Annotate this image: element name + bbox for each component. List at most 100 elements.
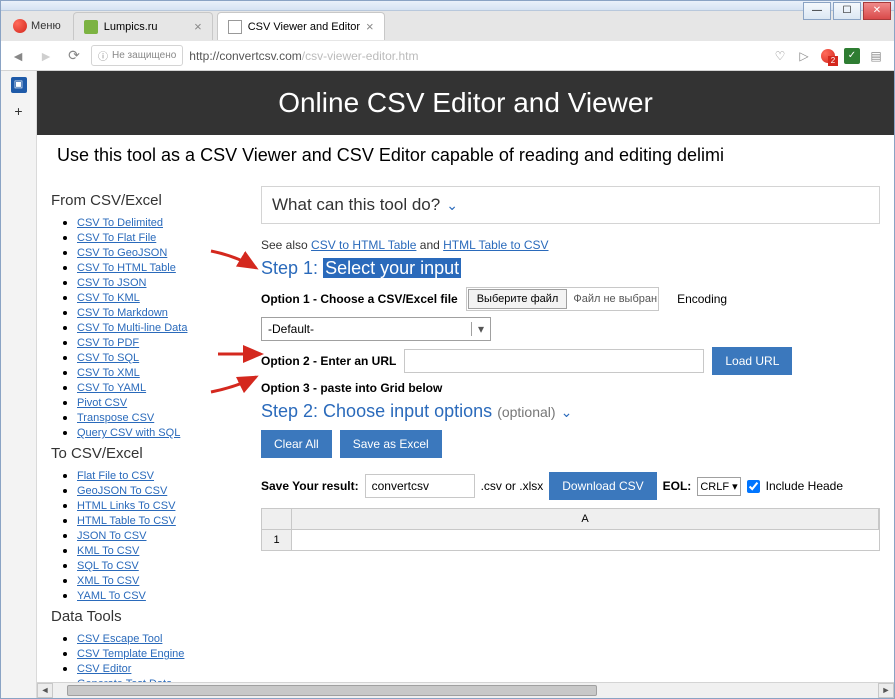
file-status: Файл не выбран <box>573 293 657 305</box>
url-path: /csv-viewer-editor.htm <box>302 49 419 63</box>
save-row: Save Your result: .csv or .xlsx Download… <box>261 472 880 500</box>
filename-input[interactable] <box>365 474 475 498</box>
sidebar-link[interactable]: CSV To KML <box>77 292 140 304</box>
sidebar-link[interactable]: Query CSV with SQL <box>77 427 180 439</box>
dropdown-icon: ▾ <box>471 322 484 336</box>
step2-heading[interactable]: Step 2: Choose input options (optional) … <box>261 401 880 422</box>
clear-all-button[interactable]: Clear All <box>261 430 332 458</box>
extension-icon[interactable]: ✓ <box>844 48 860 64</box>
tab-close-icon[interactable]: × <box>366 19 374 34</box>
send-icon[interactable]: ▷ <box>796 48 812 64</box>
sidebar-link[interactable]: CSV To HTML Table <box>77 262 176 274</box>
choose-file-button[interactable]: Выберите файл <box>468 289 568 309</box>
sidebar-link[interactable]: CSV To GeoJSON <box>77 247 167 259</box>
option3-label: Option 3 - paste into Grid below <box>261 381 442 395</box>
scroll-right-button[interactable]: ► <box>878 683 894 698</box>
sidebar-link[interactable]: CSV To Markdown <box>77 307 168 319</box>
sidebar-link[interactable]: YAML To CSV <box>77 590 146 602</box>
option1-row: Option 1 - Choose a CSV/Excel file Выбер… <box>261 287 880 311</box>
link-csv-to-html[interactable]: CSV to HTML Table <box>311 238 416 252</box>
eol-label: EOL: <box>663 479 692 493</box>
ext-label: .csv or .xlsx <box>481 479 544 493</box>
close-button[interactable]: ✕ <box>863 2 891 20</box>
chevron-down-icon: ⌄ <box>446 197 458 214</box>
maximize-button[interactable]: ☐ <box>833 2 861 20</box>
security-badge[interactable]: ⓘ Не защищено <box>91 45 183 66</box>
page-title: Online CSV Editor and Viewer <box>37 71 894 135</box>
download-button[interactable]: Download CSV <box>549 472 656 500</box>
sidebar-link[interactable]: CSV Template Engine <box>77 648 184 660</box>
save-excel-button[interactable]: Save as Excel <box>340 430 442 458</box>
sidebar-link[interactable]: JSON To CSV <box>77 530 147 542</box>
sidebar-link[interactable]: CSV Editor <box>77 663 131 675</box>
sidebar-link[interactable]: CSV To Delimited <box>77 217 163 229</box>
sidebar-link[interactable]: CSV To JSON <box>77 277 147 289</box>
option2-label: Option 2 - Enter an URL <box>261 354 396 368</box>
encoding-select[interactable]: -Default- ▾ <box>261 317 491 341</box>
scroll-left-button[interactable]: ◄ <box>37 683 53 698</box>
see-also: See also CSV to HTML Table and HTML Tabl… <box>261 238 880 252</box>
add-rail-icon[interactable]: + <box>9 103 29 123</box>
step1-heading: Step 1: Select your input <box>261 258 880 279</box>
data-grid[interactable]: A 1 <box>261 508 880 551</box>
tab-title: Lumpics.ru <box>104 21 158 33</box>
link-html-to-csv[interactable]: HTML Table to CSV <box>443 238 548 252</box>
back-button[interactable]: ◄ <box>7 45 29 67</box>
bookmark-icon[interactable]: ♡ <box>772 48 788 64</box>
sidebar-link[interactable]: CSV To SQL <box>77 352 139 364</box>
sidebar-link[interactable]: CSV To YAML <box>77 382 146 394</box>
forward-button[interactable]: ► <box>35 45 57 67</box>
scrollbar-thumb[interactable] <box>67 685 597 696</box>
include-headers-checkbox[interactable] <box>747 480 760 493</box>
what-label: What can this tool do? <box>272 195 440 215</box>
sidebar-link[interactable]: Flat File to CSV <box>77 470 154 482</box>
reload-button[interactable]: ⟳ <box>63 45 85 67</box>
chevron-down-icon: ⌄ <box>561 404 573 420</box>
sidebar-link[interactable]: CSV To XML <box>77 367 140 379</box>
sidebar-link[interactable]: HTML Links To CSV <box>77 500 175 512</box>
tab-lumpics[interactable]: Lumpics.ru × <box>73 12 213 40</box>
sidebar-link[interactable]: Transpose CSV <box>77 412 154 424</box>
sidebar-link[interactable]: CSV To Multi-line Data <box>77 322 187 334</box>
menu-label: Меню <box>31 20 61 32</box>
url-input[interactable] <box>404 349 704 373</box>
encoding-value: -Default- <box>268 322 314 336</box>
url-display[interactable]: http://convertcsv.com/csv-viewer-editor.… <box>189 49 766 63</box>
browser-sidebar: ▣ + <box>1 71 37 698</box>
sidebar-link[interactable]: CSV Escape Tool <box>77 633 162 645</box>
option2-row: Option 2 - Enter an URL Load URL <box>261 347 880 375</box>
tab-close-icon[interactable]: × <box>194 19 202 34</box>
sidebar-link[interactable]: KML To CSV <box>77 545 139 557</box>
grid-col-header[interactable]: A <box>292 509 879 529</box>
tab-csv-editor[interactable]: CSV Viewer and Editor × <box>217 12 385 40</box>
favicon-icon <box>228 20 242 34</box>
horizontal-scrollbar[interactable]: ◄ ► <box>37 682 894 698</box>
option3-row: Option 3 - paste into Grid below <box>261 381 880 395</box>
sidebar-link[interactable]: SQL To CSV <box>77 560 139 572</box>
minimize-button[interactable]: — <box>803 2 831 20</box>
load-url-button[interactable]: Load URL <box>712 347 792 375</box>
grid-row-header[interactable]: 1 <box>262 530 292 550</box>
sidebar-link[interactable]: CSV To PDF <box>77 337 139 349</box>
step1-highlight: Select your input <box>323 258 461 278</box>
sidebar-link[interactable]: XML To CSV <box>77 575 139 587</box>
sidebar-link[interactable]: Pivot CSV <box>77 397 127 409</box>
opera-menu-button[interactable]: Меню <box>5 15 69 37</box>
url-host: http://convertcsv.com <box>189 49 301 63</box>
sidebar-link[interactable]: GeoJSON To CSV <box>77 485 167 497</box>
sidebar-toggle-icon[interactable]: ▤ <box>868 48 884 64</box>
eol-select[interactable]: CRLF ▾ <box>697 477 740 496</box>
opera-logo-icon <box>13 19 27 33</box>
site-sidebar: From CSV/Excel CSV To DelimitedCSV To Fl… <box>51 186 251 698</box>
page-subtitle: Use this tool as a CSV Viewer and CSV Ed… <box>37 135 894 176</box>
sidebar-link[interactable]: HTML Table To CSV <box>77 515 176 527</box>
info-icon: ⓘ <box>98 48 108 63</box>
address-bar: ◄ ► ⟳ ⓘ Не защищено http://convertcsv.co… <box>1 41 894 71</box>
opera-extension-icon[interactable]: 2 <box>820 48 836 64</box>
sidebar-heading: Data Tools <box>51 608 251 625</box>
grid-cell[interactable] <box>292 530 879 550</box>
sidebar-link[interactable]: CSV To Flat File <box>77 232 156 244</box>
bookmark-rail-icon[interactable]: ▣ <box>11 77 27 93</box>
what-can-do[interactable]: What can this tool do? ⌄ <box>261 186 880 224</box>
encoding-label: Encoding <box>677 292 727 306</box>
